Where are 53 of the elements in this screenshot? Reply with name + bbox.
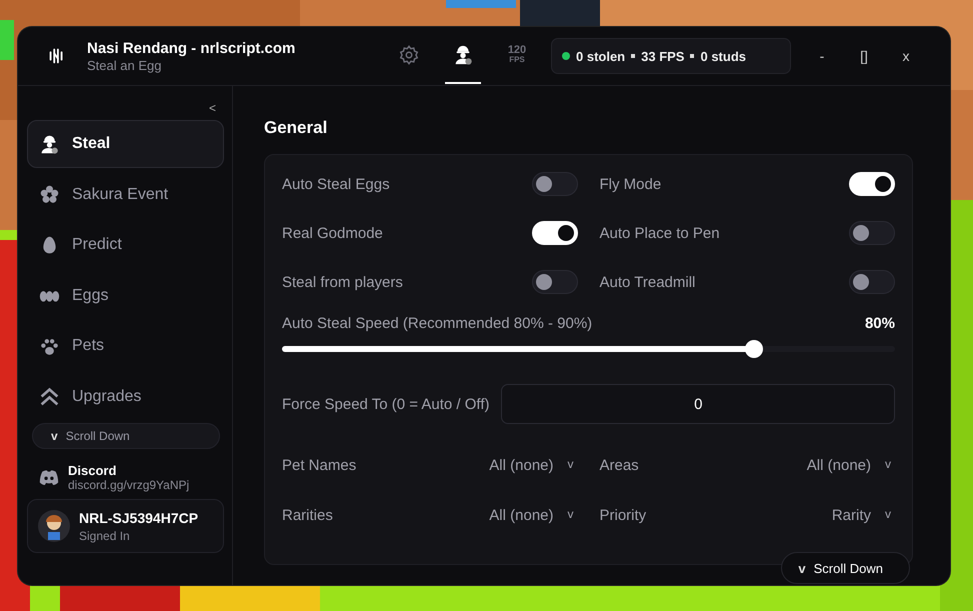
toggle-switch[interactable] bbox=[532, 172, 578, 196]
avatar-icon bbox=[38, 510, 70, 542]
dropdown-label: Priority bbox=[600, 507, 646, 524]
discord-link[interactable]: discord.gg/vrzg9YaNPj bbox=[68, 478, 190, 492]
maximize-button[interactable]: [] bbox=[847, 47, 881, 65]
dropdown[interactable]: All (none) v bbox=[802, 457, 895, 474]
scroll-down-button[interactable]: v Scroll Down bbox=[32, 423, 220, 449]
dropdown[interactable]: All (none) v bbox=[485, 507, 578, 524]
player-icon bbox=[39, 134, 60, 154]
fps-tab[interactable]: 120 FPS bbox=[499, 28, 535, 84]
toggle-label: Auto Steal Eggs bbox=[282, 176, 390, 192]
settings-icon bbox=[398, 44, 420, 66]
toggle-label: Fly Mode bbox=[600, 176, 662, 192]
toggle-label: Real Godmode bbox=[282, 224, 383, 242]
scroll-down-button[interactable]: v Scroll Down bbox=[781, 552, 910, 584]
window-title: Nasi Rendang - nrlscript.com bbox=[87, 40, 296, 56]
minimize-button[interactable]: - bbox=[805, 47, 839, 65]
dropdown-label: Areas bbox=[600, 457, 639, 474]
sidebar-item[interactable]: Pets bbox=[27, 322, 224, 370]
toggle-label: Auto Place to Pen bbox=[600, 224, 720, 242]
stat-text: 0 stolen bbox=[576, 48, 626, 64]
dropdown-label: Rarities bbox=[282, 507, 333, 524]
toggle-label: Auto Treadmill bbox=[600, 274, 696, 290]
slider-value: 80% bbox=[864, 315, 895, 332]
toggle-label: Steal from players bbox=[282, 274, 403, 290]
slider-thumb[interactable] bbox=[745, 340, 763, 358]
flower-icon bbox=[39, 184, 60, 205]
toggle-switch[interactable] bbox=[849, 221, 895, 245]
status-dot bbox=[562, 52, 570, 60]
toggle-switch[interactable] bbox=[849, 270, 895, 294]
dropdown-label: Pet Names bbox=[282, 457, 356, 474]
sidebar-item[interactable]: Steal bbox=[27, 120, 224, 168]
toggle-switch[interactable] bbox=[532, 270, 578, 294]
sidebar-item[interactable]: Eggs bbox=[27, 272, 224, 320]
slider-label: Auto Steal Speed (Recommended 80% - 90%) bbox=[282, 315, 592, 332]
close-button[interactable]: x bbox=[889, 47, 923, 65]
sidebar-item[interactable]: Sakura Event bbox=[27, 170, 224, 218]
sidebar-item[interactable]: Upgrades bbox=[27, 372, 224, 420]
double-chevron-icon bbox=[39, 386, 60, 407]
stat-text: 33 FPS bbox=[641, 48, 684, 64]
stat-text: 0 studs bbox=[700, 48, 746, 64]
discord-title: Discord bbox=[68, 463, 118, 478]
field-label: Force Speed To (0 = Auto / Off) bbox=[282, 396, 490, 412]
dropdown[interactable]: Rarity v bbox=[828, 507, 895, 524]
discord-icon bbox=[39, 470, 59, 485]
input-field[interactable]: 0 bbox=[501, 384, 895, 424]
section-title: General bbox=[264, 118, 328, 138]
sidebar-item[interactable]: Predict bbox=[27, 221, 224, 269]
user-status: Signed In bbox=[79, 528, 131, 542]
dropdown[interactable]: All (none) v bbox=[485, 457, 578, 474]
collapse-button[interactable]: < bbox=[204, 96, 220, 120]
user-name: NRL-SJ5394H7CP bbox=[79, 510, 198, 526]
window-subtitle: Steal an Egg bbox=[87, 58, 162, 72]
